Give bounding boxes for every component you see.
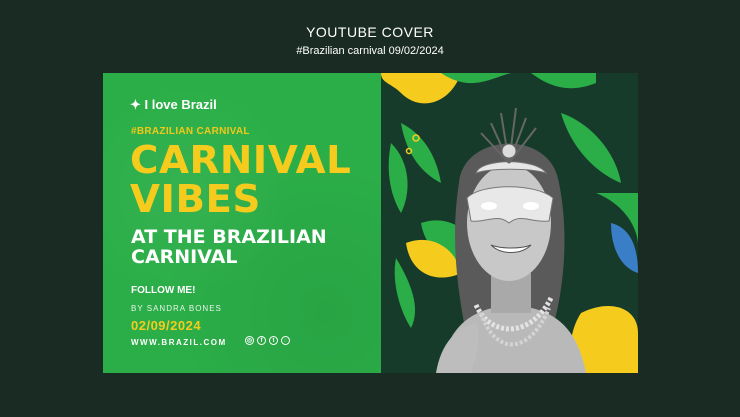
headline-line-1: CARNIVAL [130, 138, 352, 182]
love-brazil-label: ✦ I love Brazil [130, 97, 217, 113]
text-panel: ✦ I love Brazil #BRAZILIAN CARNIVAL CARN… [103, 73, 381, 373]
headline-line-2: VIBES [130, 177, 261, 221]
instagram-icon[interactable]: ◎ [245, 336, 254, 345]
social-icons: ◎ f t ◌ [245, 336, 290, 345]
follow-label: FOLLOW ME! [131, 285, 196, 296]
photo-panel [381, 73, 638, 373]
event-date: 02/09/2024 [131, 318, 202, 333]
website-link[interactable]: WWW.BRAZIL.COM [131, 338, 227, 347]
carnival-photo [381, 73, 638, 373]
hashtag-label: #BRAZILIAN CARNIVAL [131, 126, 250, 137]
love-text: I love Brazil [144, 97, 217, 112]
author-label: BY SANDRA BONES [131, 304, 222, 313]
carnival-mask-icon [466, 186, 554, 224]
youtube-cover-banner: ✦ I love Brazil #BRAZILIAN CARNIVAL CARN… [103, 73, 638, 373]
subheadline-line-1: AT THE BRAZILIAN [131, 226, 327, 248]
sparkle-icon: ✦ [130, 97, 145, 112]
facebook-icon[interactable]: f [257, 336, 266, 345]
subheadline-line-2: CARNIVAL [131, 246, 238, 268]
twitter-icon[interactable]: t [269, 336, 278, 345]
whatsapp-icon[interactable]: ◌ [281, 336, 290, 345]
page-title: YOUTUBE COVER [306, 24, 434, 40]
page-subtitle: #Brazilian carnival 09/02/2024 [296, 45, 444, 57]
